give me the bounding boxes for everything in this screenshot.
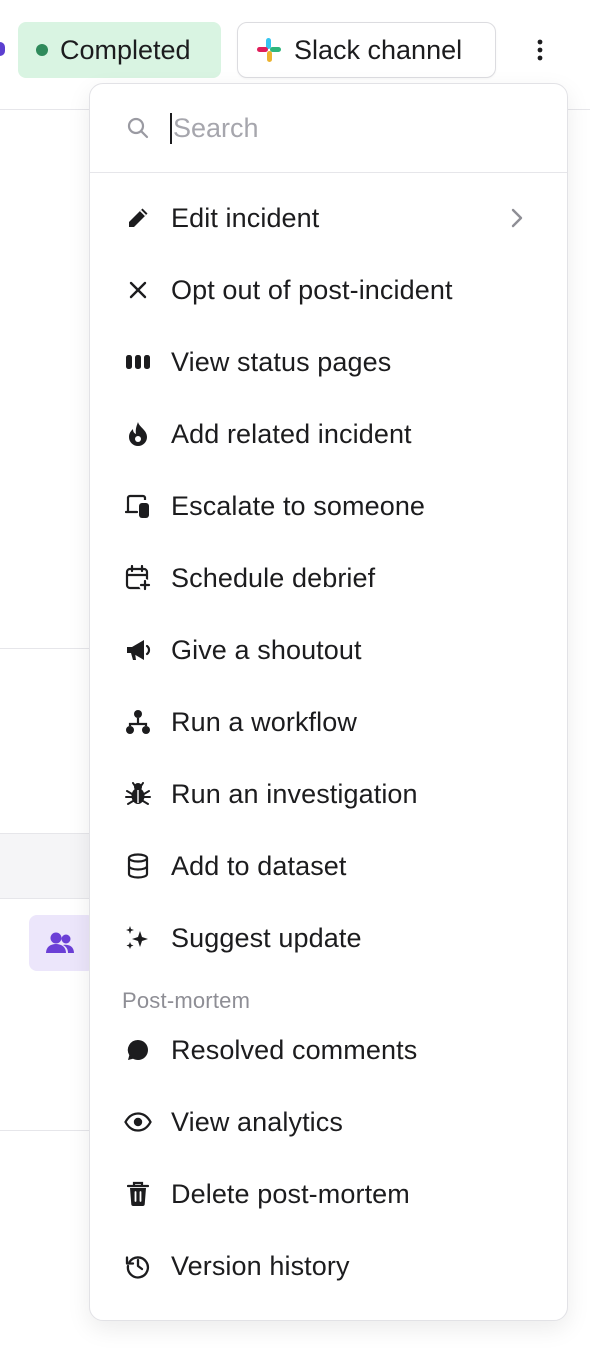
workflow-icon xyxy=(124,708,152,736)
status-label: Completed xyxy=(60,34,191,65)
menu-item-escalate[interactable]: Escalate to someone xyxy=(90,470,567,542)
menu-item-run-workflow[interactable]: Run a workflow xyxy=(90,686,567,758)
kebab-icon[interactable] xyxy=(520,30,560,70)
bug-icon xyxy=(124,780,152,808)
menu-item-label: Delete post-mortem xyxy=(171,1178,410,1209)
comment-icon xyxy=(124,1036,152,1064)
menu-item-label: Suggest update xyxy=(171,922,362,953)
menu-item-give-shoutout[interactable]: Give a shoutout xyxy=(90,614,567,686)
search-input[interactable] xyxy=(170,112,510,144)
status-bars-icon xyxy=(124,348,152,376)
menu-item-label: Version history xyxy=(171,1250,350,1281)
menu-item-label: Edit incident xyxy=(171,202,320,233)
trash-icon xyxy=(124,1180,152,1208)
slack-channel-label: Slack channel xyxy=(294,34,463,65)
menu-item-opt-out[interactable]: Opt out of post-incident xyxy=(90,254,567,326)
eye-icon xyxy=(124,1108,152,1136)
menu-item-add-related-incident[interactable]: Add related incident xyxy=(90,398,567,470)
menu-item-label: Add to dataset xyxy=(171,850,347,881)
menu-item-delete-post-mortem[interactable]: Delete post-mortem xyxy=(90,1158,567,1230)
menu-item-label: Add related incident xyxy=(171,418,412,449)
divider xyxy=(0,648,95,649)
calendar-plus-icon xyxy=(124,564,152,592)
team-avatar xyxy=(29,915,95,971)
slack-channel-button[interactable]: Slack channel xyxy=(237,22,496,78)
menu-item-suggest-update[interactable]: Suggest update xyxy=(90,902,567,974)
table-header-band xyxy=(0,833,95,899)
history-icon xyxy=(124,1252,152,1280)
menu-item-add-to-dataset[interactable]: Add to dataset xyxy=(90,830,567,902)
database-icon xyxy=(124,852,152,880)
divider xyxy=(0,1130,95,1131)
close-icon xyxy=(124,276,152,304)
menu-item-schedule-debrief[interactable]: Schedule debrief xyxy=(90,542,567,614)
menu-item-label: Resolved comments xyxy=(171,1034,418,1065)
actions-dropdown-menu: Edit incident Opt out of post-incident V… xyxy=(89,83,568,1321)
menu-item-view-status-pages[interactable]: View status pages xyxy=(90,326,567,398)
menu-item-view-analytics[interactable]: View analytics xyxy=(90,1086,567,1158)
status-badge[interactable]: Completed xyxy=(18,22,221,78)
menu-item-run-investigation[interactable]: Run an investigation xyxy=(90,758,567,830)
menu-item-label: View analytics xyxy=(171,1106,343,1137)
menu-item-label: Run a workflow xyxy=(171,706,357,737)
chevron-right-icon xyxy=(511,208,523,228)
slack-icon xyxy=(257,38,281,62)
menu-item-label: Give a shoutout xyxy=(171,634,362,665)
menu-search-row xyxy=(90,84,567,173)
menu-item-edit-incident[interactable]: Edit incident xyxy=(90,182,567,254)
escalate-icon xyxy=(124,492,152,520)
menu-item-version-history[interactable]: Version history xyxy=(90,1230,567,1302)
sparkles-icon xyxy=(124,924,152,952)
megaphone-icon xyxy=(124,636,152,664)
flame-icon xyxy=(124,420,152,448)
menu-item-resolved-comments[interactable]: Resolved comments xyxy=(90,1014,567,1086)
menu-item-label: Escalate to someone xyxy=(171,490,426,521)
search-icon xyxy=(127,117,149,139)
menu-item-label: Opt out of post-incident xyxy=(171,274,453,305)
menu-item-label: View status pages xyxy=(171,346,392,377)
menu-item-label: Run an investigation xyxy=(171,778,418,809)
status-dot xyxy=(36,44,48,56)
users-icon xyxy=(46,932,74,953)
menu-item-label: Schedule debrief xyxy=(171,562,376,593)
pencil-icon xyxy=(124,204,152,232)
section-title-post-mortem: Post-mortem xyxy=(122,988,251,1013)
